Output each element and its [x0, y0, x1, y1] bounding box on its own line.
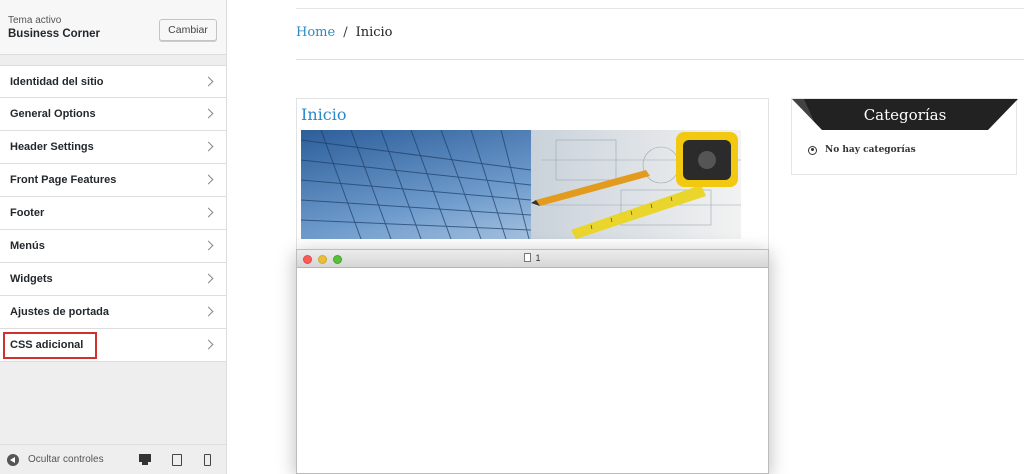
- window-title-text: 1: [535, 253, 541, 263]
- menu-item-site-identity[interactable]: Identidad del sitio: [0, 65, 226, 98]
- breadcrumb: Home / Inicio: [296, 25, 393, 40]
- menu-item-label: Widgets: [10, 273, 53, 285]
- mobile-icon[interactable]: [204, 454, 211, 466]
- divider: [296, 8, 1024, 9]
- chevron-right-icon: [203, 76, 214, 87]
- menu-item-label: General Options: [10, 108, 96, 120]
- overlay-window: 1: [296, 249, 769, 474]
- chevron-right-icon: [203, 207, 214, 218]
- post-card: Inicio: [296, 98, 769, 258]
- desktop-icon[interactable]: [139, 454, 151, 466]
- document-icon: [524, 253, 532, 262]
- breadcrumb-separator: /: [343, 25, 348, 40]
- window-title: 1: [297, 253, 768, 263]
- collapse-icon[interactable]: [7, 453, 19, 466]
- chevron-right-icon: [203, 240, 214, 251]
- menu-item-label: Footer: [10, 207, 45, 219]
- menu-item-widgets[interactable]: Widgets: [0, 263, 226, 296]
- featured-image: [301, 130, 741, 239]
- menu-item-label: Identidad del sitio: [10, 75, 104, 88]
- widget-empty-row: No hay categorías: [808, 145, 916, 155]
- chevron-right-icon: [203, 339, 214, 350]
- categories-widget: Categorías No hay categorías: [791, 98, 1018, 175]
- highlight-box: [3, 332, 97, 359]
- tablet-icon[interactable]: [172, 454, 182, 466]
- widget-empty-text: No hay categorías: [825, 145, 916, 155]
- menu-item-front-page-features[interactable]: Front Page Features: [0, 164, 226, 197]
- chevron-right-icon: [203, 306, 214, 317]
- divider: [296, 59, 1024, 60]
- post-title[interactable]: Inicio: [301, 105, 346, 124]
- breadcrumb-home-link[interactable]: Home: [296, 25, 335, 40]
- menu-item-footer[interactable]: Footer: [0, 197, 226, 230]
- chevron-right-icon: [203, 141, 214, 152]
- site-preview: Home / Inicio Inicio Categorías No hay c…: [227, 0, 1024, 474]
- sidebar-footer: Ocultar controles: [0, 444, 226, 474]
- window-titlebar[interactable]: 1: [297, 250, 768, 268]
- bullet-icon: [808, 145, 817, 155]
- chevron-right-icon: [203, 174, 214, 185]
- customizer-menu: Identidad del sitio General Options Head…: [0, 65, 226, 362]
- menu-item-general-options[interactable]: General Options: [0, 98, 226, 131]
- active-theme-panel: Tema activo Business Corner Cambiar: [0, 0, 226, 55]
- menu-item-header-settings[interactable]: Header Settings: [0, 131, 226, 164]
- widget-title: Categorías: [863, 105, 947, 124]
- menu-item-menus[interactable]: Menús: [0, 230, 226, 263]
- customizer-sidebar: Tema activo Business Corner Cambiar Iden…: [0, 0, 227, 474]
- breadcrumb-current: Inicio: [355, 25, 393, 40]
- chevron-right-icon: [203, 273, 214, 284]
- menu-item-label: Header Settings: [10, 141, 94, 153]
- menu-item-homepage-settings[interactable]: Ajustes de portada: [0, 296, 226, 329]
- menu-item-label: Menús: [10, 240, 45, 252]
- chevron-right-icon: [203, 108, 214, 119]
- hide-controls-button[interactable]: Ocultar controles: [28, 454, 104, 465]
- menu-item-label: Front Page Features: [10, 174, 117, 186]
- change-theme-button[interactable]: Cambiar: [159, 19, 217, 41]
- menu-item-label: Ajustes de portada: [10, 306, 110, 318]
